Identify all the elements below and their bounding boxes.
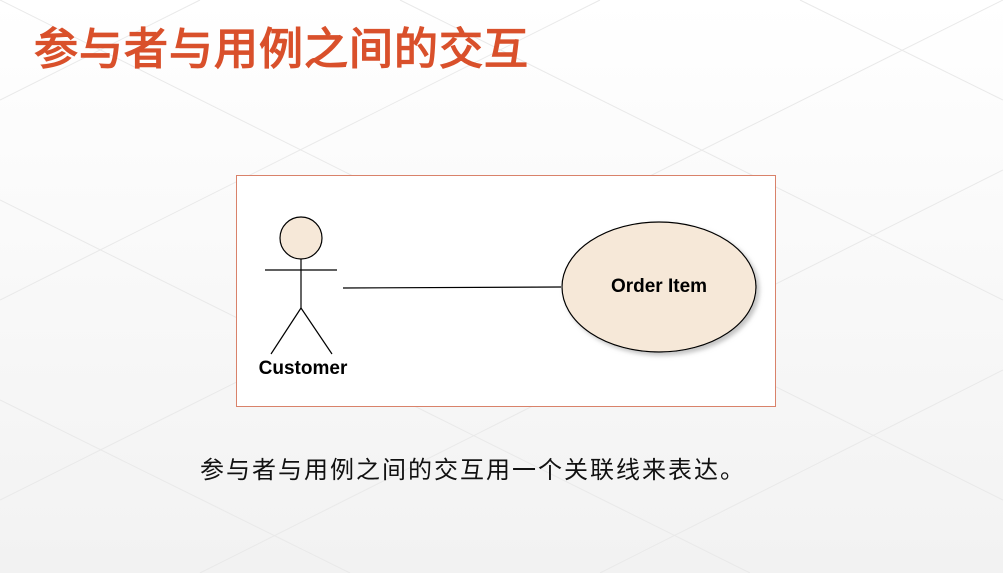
association-line xyxy=(342,286,562,289)
use-case-diagram: Customer Order Item xyxy=(236,175,776,407)
actor-head xyxy=(279,216,323,260)
actor-left-leg xyxy=(270,307,302,355)
slide-title: 参与者与用例之间的交互 xyxy=(34,24,529,75)
slide-caption: 参与者与用例之间的交互用一个关联线来表达。 xyxy=(200,456,746,484)
actor-figure xyxy=(265,216,337,355)
actor-right-leg xyxy=(300,307,333,355)
actor-label: Customer xyxy=(258,358,348,379)
use-case-label: Order Item xyxy=(610,276,708,297)
